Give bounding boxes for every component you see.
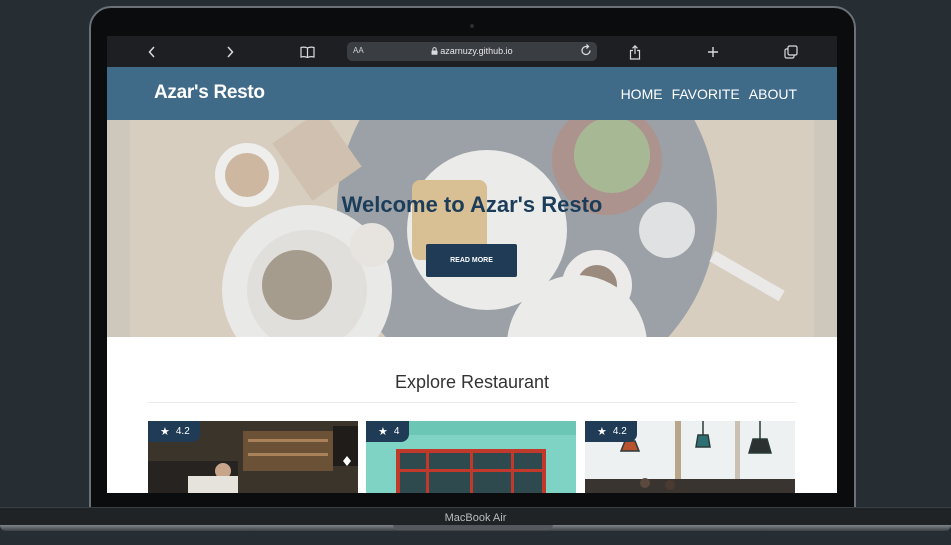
screen: AA azarnuzy.github.io Azar's Resto HOME … — [107, 36, 837, 493]
rating-value: 4.2 — [175, 426, 190, 437]
hero-title: Welcome to Azar's Resto — [341, 192, 603, 217]
star-icon: ★ — [160, 426, 170, 438]
site-navbar: Azar's Resto HOME FAVORITE ABOUT — [107, 67, 837, 120]
share-icon[interactable] — [627, 44, 643, 60]
reload-icon[interactable] — [580, 44, 592, 62]
back-icon[interactable] — [144, 44, 160, 60]
laptop-base: MacBook Air — [0, 507, 951, 526]
tabs-overview-icon[interactable] — [783, 44, 799, 60]
device-label: MacBook Air — [444, 512, 507, 524]
rating-value: 4.2 — [612, 426, 627, 437]
address-bar[interactable]: AA azarnuzy.github.io — [347, 42, 597, 61]
rating-value: 4 — [393, 426, 400, 437]
read-more-button[interactable]: READ MORE — [426, 244, 517, 277]
star-icon: ★ — [378, 426, 388, 438]
camera — [470, 24, 474, 28]
forward-icon[interactable] — [222, 44, 238, 60]
nav-link-about[interactable]: ABOUT — [749, 86, 797, 102]
restaurant-card[interactable]: ★ 4 — [366, 421, 576, 493]
section-title: Explore Restaurant — [394, 372, 550, 392]
browser-toolbar: AA azarnuzy.github.io — [107, 36, 837, 67]
hero-overlay — [107, 120, 837, 337]
restaurant-card[interactable]: ★ 4.2 — [148, 421, 358, 493]
laptop-notch — [393, 525, 553, 530]
url-text: azarnuzy.github.io — [347, 46, 597, 56]
nav-link-home[interactable]: HOME — [621, 86, 663, 102]
nav-menu: HOME FAVORITE ABOUT — [621, 86, 797, 102]
rating-badge: ★ 4 — [366, 421, 410, 442]
rating-badge: ★ 4.2 — [585, 421, 637, 442]
bookmarks-icon[interactable] — [299, 44, 315, 60]
hero-section: Welcome to Azar's Resto READ MORE — [107, 120, 837, 337]
new-tab-icon[interactable] — [705, 44, 721, 60]
nav-link-favorite[interactable]: FAVORITE — [672, 86, 740, 102]
url-label: azarnuzy.github.io — [440, 46, 513, 56]
restaurant-card[interactable]: ★ 4.2 — [585, 421, 795, 493]
lock-icon — [431, 47, 438, 55]
star-icon: ★ — [597, 426, 607, 438]
rating-badge: ★ 4.2 — [148, 421, 200, 442]
site-logo[interactable]: Azar's Resto — [154, 82, 265, 104]
section-divider — [148, 402, 796, 403]
